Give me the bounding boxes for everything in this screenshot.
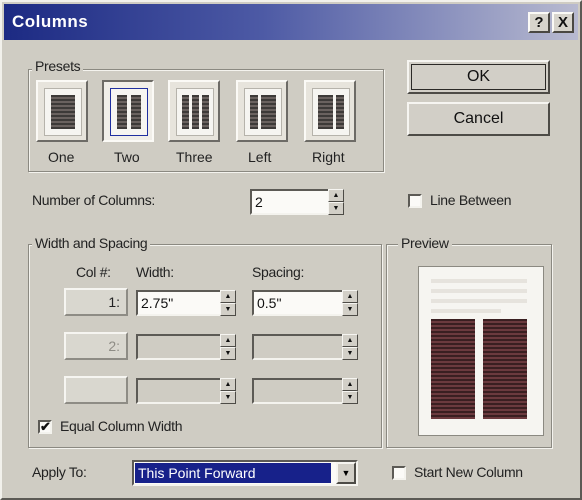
spin-down-icon[interactable]: ▼ xyxy=(220,391,236,404)
width-header: Width: xyxy=(136,264,174,280)
width-spinner-1[interactable]: ▲ ▼ xyxy=(220,290,236,316)
spin-up-icon[interactable]: ▲ xyxy=(220,378,236,391)
number-of-columns-spinner[interactable]: ▲ ▼ xyxy=(328,189,344,215)
preset-two[interactable] xyxy=(102,80,154,142)
line-between-checkbox[interactable] xyxy=(408,194,422,208)
preset-one-label: One xyxy=(48,149,75,165)
help-button[interactable]: ? xyxy=(528,12,550,33)
spacing-spinner-3[interactable]: ▲ ▼ xyxy=(342,378,358,404)
preview-legend: Preview xyxy=(398,235,452,251)
width-spacing-legend: Width and Spacing xyxy=(32,235,151,251)
line-between-label: Line Between xyxy=(430,192,512,208)
dropdown-arrow-icon[interactable]: ▼ xyxy=(336,462,356,484)
spin-down-icon[interactable]: ▼ xyxy=(342,347,358,360)
preset-three-label: Three xyxy=(176,149,213,165)
preset-right[interactable] xyxy=(304,80,356,142)
apply-to-label: Apply To: xyxy=(32,464,87,480)
col-number-2: 2: xyxy=(64,332,128,360)
col-number-1: 1: xyxy=(64,288,128,316)
start-new-column-checkbox[interactable] xyxy=(392,466,406,480)
preset-left[interactable] xyxy=(236,80,288,142)
preset-three[interactable] xyxy=(168,80,220,142)
preset-one-icon xyxy=(44,88,82,136)
preset-left-label: Left xyxy=(248,149,272,165)
spacing-spinner-1[interactable]: ▲ ▼ xyxy=(342,290,358,316)
number-of-columns-label: Number of Columns: xyxy=(32,192,155,208)
title-bar[interactable]: Columns ? X xyxy=(4,4,578,40)
dialog-title: Columns xyxy=(12,12,89,31)
ok-button[interactable]: OK xyxy=(407,60,550,94)
preset-one[interactable] xyxy=(36,80,88,142)
preview-column-2 xyxy=(483,319,527,419)
preset-right-label: Right xyxy=(312,149,345,165)
equal-width-label: Equal Column Width xyxy=(60,418,183,434)
spin-up-icon[interactable]: ▲ xyxy=(342,378,358,391)
apply-to-value: This Point Forward xyxy=(135,463,331,483)
cancel-button[interactable]: Cancel xyxy=(407,102,550,136)
preview-column-1 xyxy=(431,319,475,419)
spacing-header: Spacing: xyxy=(252,264,305,280)
preset-right-icon xyxy=(312,88,350,136)
equal-width-checkbox[interactable]: ✔ xyxy=(38,420,52,434)
spin-down-icon[interactable]: ▼ xyxy=(342,303,358,316)
spin-up-icon[interactable]: ▲ xyxy=(220,334,236,347)
spin-down-icon[interactable]: ▼ xyxy=(220,347,236,360)
preset-two-label: Two xyxy=(114,149,140,165)
width-spinner-3[interactable]: ▲ ▼ xyxy=(220,378,236,404)
preset-three-icon xyxy=(176,88,214,136)
spin-up-icon[interactable]: ▲ xyxy=(328,189,344,202)
spin-up-icon[interactable]: ▲ xyxy=(342,334,358,347)
preview-page xyxy=(418,266,544,436)
col-number-3 xyxy=(64,376,128,404)
spin-up-icon[interactable]: ▲ xyxy=(342,290,358,303)
preset-left-icon xyxy=(244,88,282,136)
start-new-column-label: Start New Column xyxy=(414,464,523,480)
spin-down-icon[interactable]: ▼ xyxy=(342,391,358,404)
columns-dialog: Columns ? X Presets One Two Three Left R… xyxy=(0,0,582,500)
close-button[interactable]: X xyxy=(552,12,574,33)
col-number-header: Col #: xyxy=(76,264,111,280)
spacing-spinner-2[interactable]: ▲ ▼ xyxy=(342,334,358,360)
spin-down-icon[interactable]: ▼ xyxy=(220,303,236,316)
apply-to-select[interactable]: This Point Forward ▼ xyxy=(132,460,358,486)
presets-legend: Presets xyxy=(32,58,84,74)
spin-up-icon[interactable]: ▲ xyxy=(220,290,236,303)
spin-down-icon[interactable]: ▼ xyxy=(328,202,344,215)
width-spinner-2[interactable]: ▲ ▼ xyxy=(220,334,236,360)
preset-two-icon xyxy=(110,88,148,136)
